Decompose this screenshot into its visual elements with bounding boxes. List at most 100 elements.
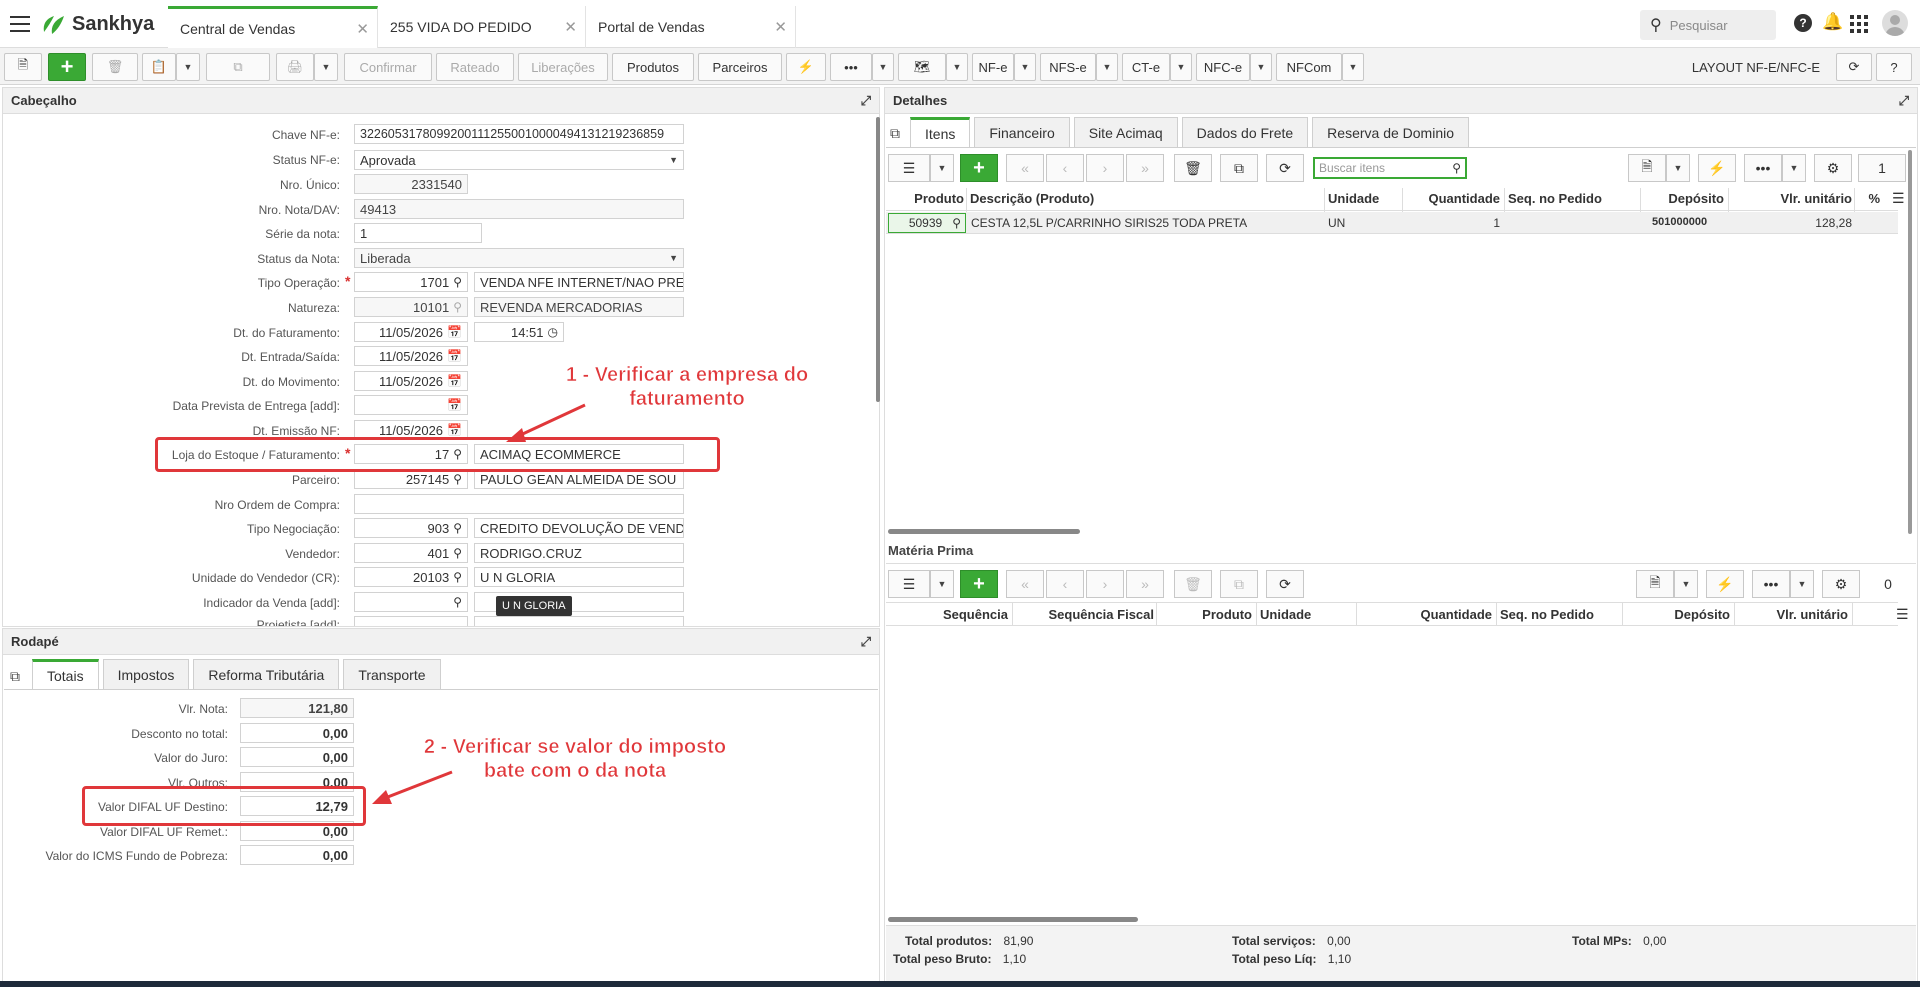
export-dropdown[interactable]: ▼ xyxy=(1666,154,1690,182)
produto-cell[interactable]: 50939 ⚲ xyxy=(888,213,966,233)
rateado-button[interactable]: Rateado xyxy=(436,53,514,81)
previous-page-icon[interactable]: ‹ xyxy=(1046,154,1084,182)
help-icon[interactable]: ? xyxy=(1794,14,1812,32)
export-icon[interactable]: 🗎 xyxy=(1636,570,1674,598)
chave-field[interactable]: 3226053178099200111255001000049413121923… xyxy=(354,124,684,144)
more-options-dropdown[interactable]: ▼ xyxy=(1790,570,1814,598)
nro-ordem-field[interactable] xyxy=(354,494,684,514)
sankhya-logo[interactable]: Sankhya xyxy=(40,10,154,38)
refresh-icon[interactable]: ⟳ xyxy=(1266,570,1304,598)
juro-field[interactable]: 0,00 xyxy=(240,747,354,767)
parceiros-button[interactable]: Parceiros xyxy=(698,53,782,81)
previous-page-icon[interactable]: ‹ xyxy=(1046,570,1084,598)
tab-financeiro[interactable]: Financeiro xyxy=(974,117,1070,147)
expand-icon[interactable]: ⤢ xyxy=(1899,93,1909,109)
calendar-icon[interactable]: 📅 xyxy=(447,374,462,388)
notification-bell-icon[interactable]: 🔔 xyxy=(1822,12,1843,32)
icms-fundo-pobreza-field[interactable]: 0,00 xyxy=(240,845,354,865)
tipo-operacao-code[interactable]: 1701 ⚲ xyxy=(354,272,468,292)
map-dropdown[interactable]: ▼ xyxy=(946,53,968,81)
close-icon[interactable]: ✕ xyxy=(564,18,577,36)
col-seq-pedido[interactable]: Seq. no Pedido xyxy=(1508,191,1602,206)
export-icon[interactable]: 🗎 xyxy=(1628,154,1666,182)
more-options-dropdown[interactable]: ▼ xyxy=(872,53,894,81)
search-icon[interactable]: ⚲ xyxy=(453,275,462,289)
print-dropdown[interactable]: ▼ xyxy=(314,53,338,81)
nfse-button[interactable]: NFS-e xyxy=(1040,53,1096,81)
delete-item-icon[interactable]: 🗑 xyxy=(1174,570,1212,598)
tab-reforma-tributaria[interactable]: Reforma Tributária xyxy=(193,659,340,689)
help-circle-icon[interactable]: ? xyxy=(1876,53,1912,81)
tab-transporte[interactable]: Transporte xyxy=(343,659,441,689)
more-options-icon[interactable]: ••• xyxy=(1752,570,1790,598)
more-options-dropdown[interactable]: ▼ xyxy=(1782,154,1806,182)
search-icon[interactable]: ⚲ xyxy=(453,472,462,486)
copy-icon[interactable]: ⧉ xyxy=(206,53,270,81)
tipo-negociacao-code[interactable]: 903 ⚲ xyxy=(354,518,468,538)
col-produto[interactable]: Produto xyxy=(1160,607,1252,622)
unidade-vendedor-code[interactable]: 20103 ⚲ xyxy=(354,567,468,587)
settings-gear-icon[interactable]: ⚙ xyxy=(1822,570,1860,598)
new-document-icon[interactable]: 🗎 xyxy=(4,53,42,81)
col-unidade[interactable]: Unidade xyxy=(1260,607,1311,622)
liberacoes-button[interactable]: Liberações xyxy=(518,53,608,81)
clipboard-dropdown[interactable]: ▼ xyxy=(176,53,200,81)
status-nfe-select[interactable]: Aprovada ▼ xyxy=(354,150,684,170)
tab-impostos[interactable]: Impostos xyxy=(102,659,190,689)
data-prevista-field[interactable]: 📅 xyxy=(354,395,468,415)
expand-icon[interactable]: ⤢ xyxy=(861,93,871,109)
tab-portal-de-vendas[interactable]: Portal de Vendas ✕ xyxy=(586,6,796,48)
duplicate-item-icon[interactable]: ⧉ xyxy=(1220,570,1258,598)
export-dropdown[interactable]: ▼ xyxy=(1674,570,1698,598)
produtos-button[interactable]: Produtos xyxy=(612,53,694,81)
nfce-dropdown[interactable]: ▼ xyxy=(1250,53,1272,81)
calendar-icon[interactable]: 📅 xyxy=(447,423,462,437)
col-sequencia[interactable]: Sequência xyxy=(890,607,1008,622)
col-descricao[interactable]: Descrição (Produto) xyxy=(970,191,1094,206)
search-icon[interactable]: ⚲ xyxy=(453,521,462,535)
nfe-button[interactable]: NF-e xyxy=(972,53,1014,81)
tab-itens[interactable]: Itens xyxy=(910,117,971,147)
col-produto[interactable]: Produto xyxy=(886,191,964,206)
dt-faturamento-field[interactable]: 11/05/2026 📅 xyxy=(354,322,468,342)
cte-button[interactable]: CT-e xyxy=(1122,53,1170,81)
tab-totais[interactable]: Totais xyxy=(32,659,99,689)
close-icon[interactable]: ✕ xyxy=(356,20,369,38)
col-sequencia-fiscal[interactable]: Sequência Fiscal xyxy=(1014,607,1155,622)
list-view-icon[interactable]: ☰ xyxy=(888,154,930,182)
last-page-icon[interactable]: » xyxy=(1126,570,1164,598)
vendedor-code[interactable]: 401 ⚲ xyxy=(354,543,468,563)
lightning-icon[interactable]: ⚡ xyxy=(1706,570,1744,598)
copy-tabs-icon[interactable]: ⧉ xyxy=(10,668,20,685)
print-icon[interactable]: 🖨 xyxy=(276,53,314,81)
add-item-button[interactable]: + xyxy=(960,154,998,182)
list-view-icon[interactable]: ☰ xyxy=(888,570,930,598)
tab-site-acimaq[interactable]: Site Acimaq xyxy=(1073,117,1178,147)
column-menu-icon[interactable]: ☰ xyxy=(1892,190,1905,207)
nfe-dropdown[interactable]: ▼ xyxy=(1014,53,1036,81)
search-icon[interactable]: ⚲ xyxy=(453,570,462,584)
status-nota-select[interactable]: Liberada ▼ xyxy=(354,248,684,268)
desconto-field[interactable]: 0,00 xyxy=(240,723,354,743)
col-seq-pedido[interactable]: Seq. no Pedido xyxy=(1500,607,1594,622)
col-deposito[interactable]: Depósito xyxy=(1624,607,1730,622)
lightning-icon[interactable]: ⚡ xyxy=(786,53,826,81)
copy-tabs-icon[interactable]: ⧉ xyxy=(890,125,900,142)
serie-field[interactable]: 1 xyxy=(354,223,482,243)
next-page-icon[interactable]: › xyxy=(1086,154,1124,182)
next-page-icon[interactable]: › xyxy=(1086,570,1124,598)
delete-icon[interactable]: 🗑 xyxy=(92,53,138,81)
calendar-icon[interactable]: 📅 xyxy=(447,325,462,339)
clock-icon[interactable]: ◷ xyxy=(548,325,558,339)
column-menu-icon[interactable]: ☰ xyxy=(1896,606,1909,623)
first-page-icon[interactable]: « xyxy=(1006,570,1044,598)
list-view-dropdown[interactable]: ▼ xyxy=(930,154,954,182)
list-view-dropdown[interactable]: ▼ xyxy=(930,570,954,598)
more-options-icon[interactable]: ••• xyxy=(1744,154,1782,182)
col-vlr-unitario[interactable]: Vlr. unitário xyxy=(1730,191,1852,206)
search-icon[interactable]: ⚲ xyxy=(453,546,462,560)
clipboard-icon[interactable]: 📋 xyxy=(142,53,176,81)
tab-reserva-de-dominio[interactable]: Reserva de Dominio xyxy=(1312,117,1470,147)
search-items-input[interactable]: Buscar itens ⚲ xyxy=(1313,157,1467,179)
search-icon[interactable]: ⚲ xyxy=(453,595,462,609)
